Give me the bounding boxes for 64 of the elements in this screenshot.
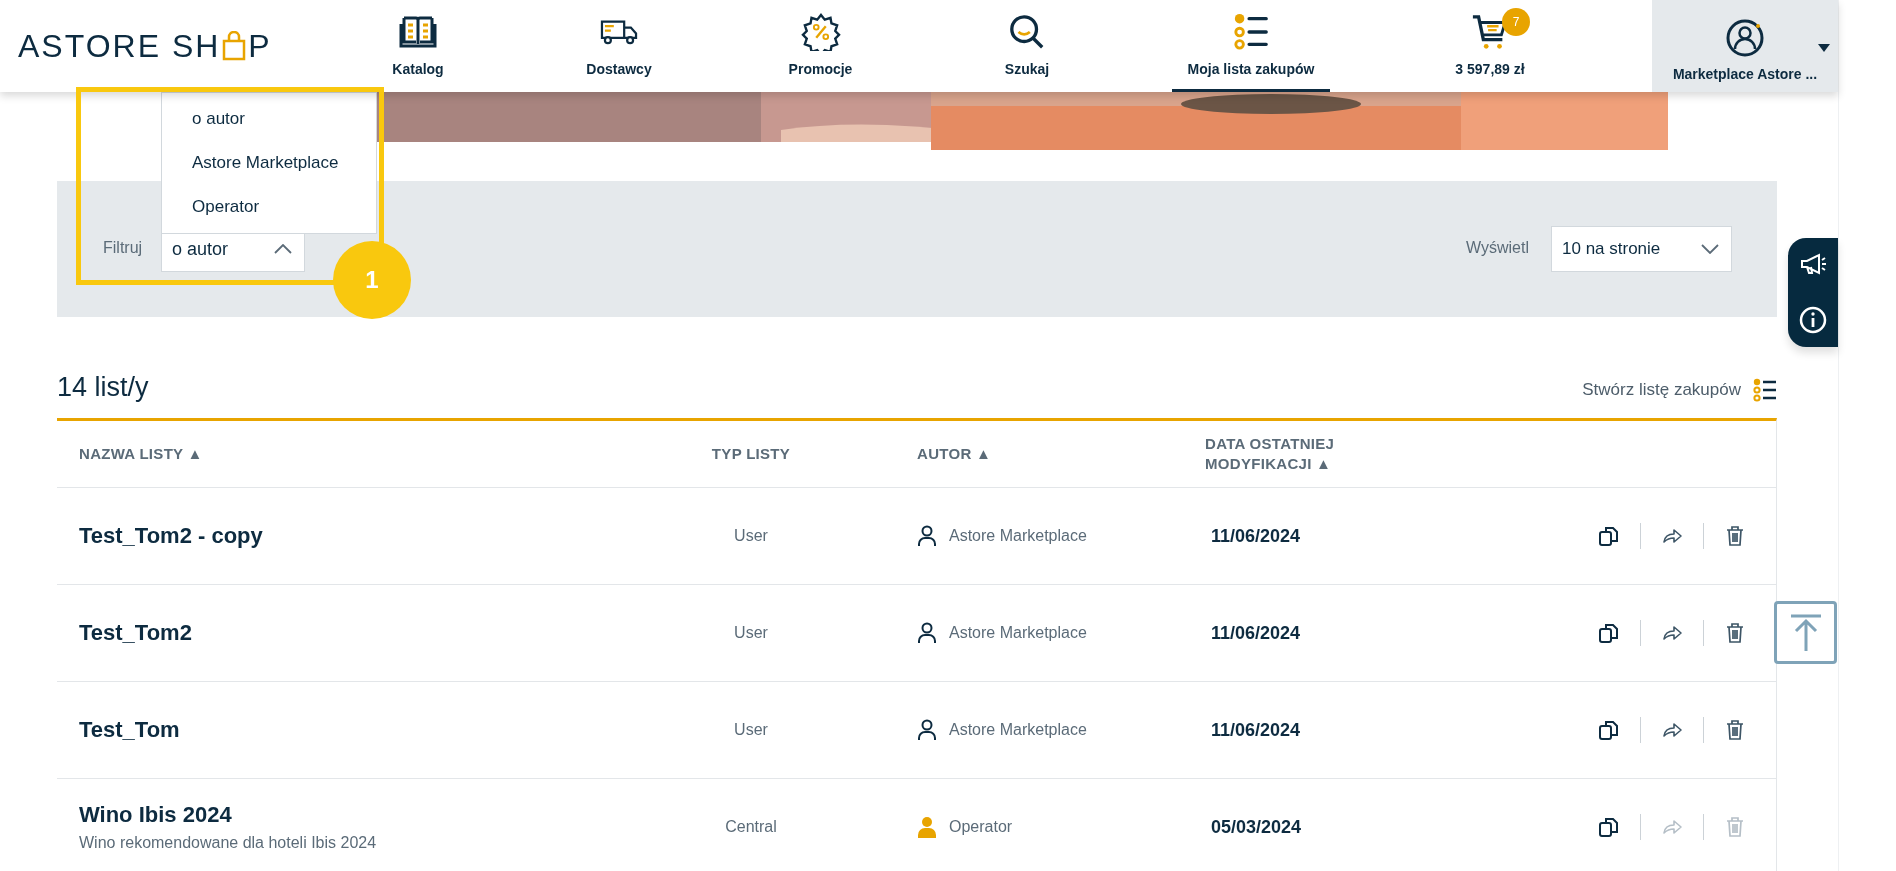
list-type: User — [734, 624, 768, 642]
trash-icon — [1724, 622, 1746, 644]
copy-icon — [1598, 816, 1620, 838]
copy-button[interactable] — [1598, 525, 1620, 547]
person-icon — [917, 816, 937, 838]
discount-icon — [800, 13, 841, 51]
copy-icon — [1598, 525, 1620, 547]
chevron-down-icon — [1701, 244, 1719, 254]
nav-item[interactable]: Szukaj — [988, 0, 1066, 92]
trash-icon — [1724, 719, 1746, 741]
list-name[interactable]: Wino Ibis 2024 — [79, 802, 690, 828]
copy-button[interactable] — [1598, 816, 1620, 838]
list-icon — [1753, 378, 1777, 402]
nav-item[interactable]: Katalog — [376, 0, 460, 92]
modified-date: 11/06/2024 — [1210, 622, 1302, 644]
person-icon — [917, 525, 937, 547]
page-size-label: Wyświetl — [1466, 239, 1529, 257]
column-header[interactable]: AUTOR ▲ — [812, 443, 1200, 465]
person-icon — [917, 719, 937, 741]
nav-item[interactable]: Dostawcy — [570, 0, 668, 92]
filter-label: Filtruj — [103, 239, 143, 257]
scroll-to-top-button[interactable] — [1774, 601, 1837, 664]
trash-icon — [1724, 525, 1746, 547]
copy-icon — [1598, 719, 1620, 741]
list-name[interactable]: Test_Tom — [79, 717, 690, 743]
nav-item[interactable]: Promocje — [772, 0, 869, 92]
page-size-dropdown[interactable]: 10 na stronie — [1551, 226, 1732, 272]
copy-icon — [1598, 622, 1620, 644]
info-button[interactable] — [1798, 304, 1828, 335]
trash-icon — [1724, 816, 1746, 838]
list-type: User — [734, 721, 768, 739]
modified-date: 05/03/2024 — [1210, 816, 1303, 838]
arrow-up-icon — [1788, 612, 1823, 653]
copy-button[interactable] — [1598, 719, 1620, 741]
list-type: User — [734, 527, 768, 545]
modified-date: 11/06/2024 — [1210, 525, 1302, 547]
chevron-up-icon — [274, 244, 292, 254]
account-menu[interactable]: Marketplace Astore ... — [1652, 0, 1838, 92]
caret-icon — [1818, 44, 1830, 52]
nav-item[interactable]: 7 3 597,89 zł — [1439, 0, 1541, 92]
column-header: TYP LISTY — [711, 443, 791, 464]
column-header[interactable]: DATA OSTATNIEJ MODYFIKACJI ▲ — [1200, 433, 1395, 475]
column-header[interactable]: NAZWA LISTY ▲ — [57, 443, 690, 465]
list-description: Wino rekomendowane dla hoteli Ibis 2024 — [79, 834, 378, 852]
author-name: Operator — [949, 818, 1013, 836]
delete-button[interactable] — [1724, 525, 1746, 547]
delete-button[interactable] — [1724, 622, 1746, 644]
create-list-link[interactable]: Stwórz listę zakupów — [1582, 378, 1777, 402]
list-name[interactable]: Test_Tom2 — [79, 620, 690, 646]
list-name[interactable]: Test_Tom2 - copy — [79, 523, 690, 549]
copy-button[interactable] — [1598, 622, 1620, 644]
author-name: Astore Marketplace — [949, 527, 1087, 545]
list-type: Central — [725, 818, 777, 836]
logo[interactable]: ASTORE SH P — [18, 27, 272, 65]
author-name: Astore Marketplace — [949, 721, 1087, 739]
list-count-title: 14 list/y — [57, 372, 149, 403]
list-icon — [1231, 13, 1271, 51]
cart-count-badge: 7 — [1502, 8, 1530, 36]
author-name: Astore Marketplace — [949, 624, 1087, 642]
person-icon — [917, 622, 937, 644]
delete-button[interactable] — [1724, 719, 1746, 741]
user-icon — [1725, 18, 1765, 58]
modified-date: 11/06/2024 — [1210, 719, 1302, 741]
info-icon — [1798, 304, 1828, 335]
